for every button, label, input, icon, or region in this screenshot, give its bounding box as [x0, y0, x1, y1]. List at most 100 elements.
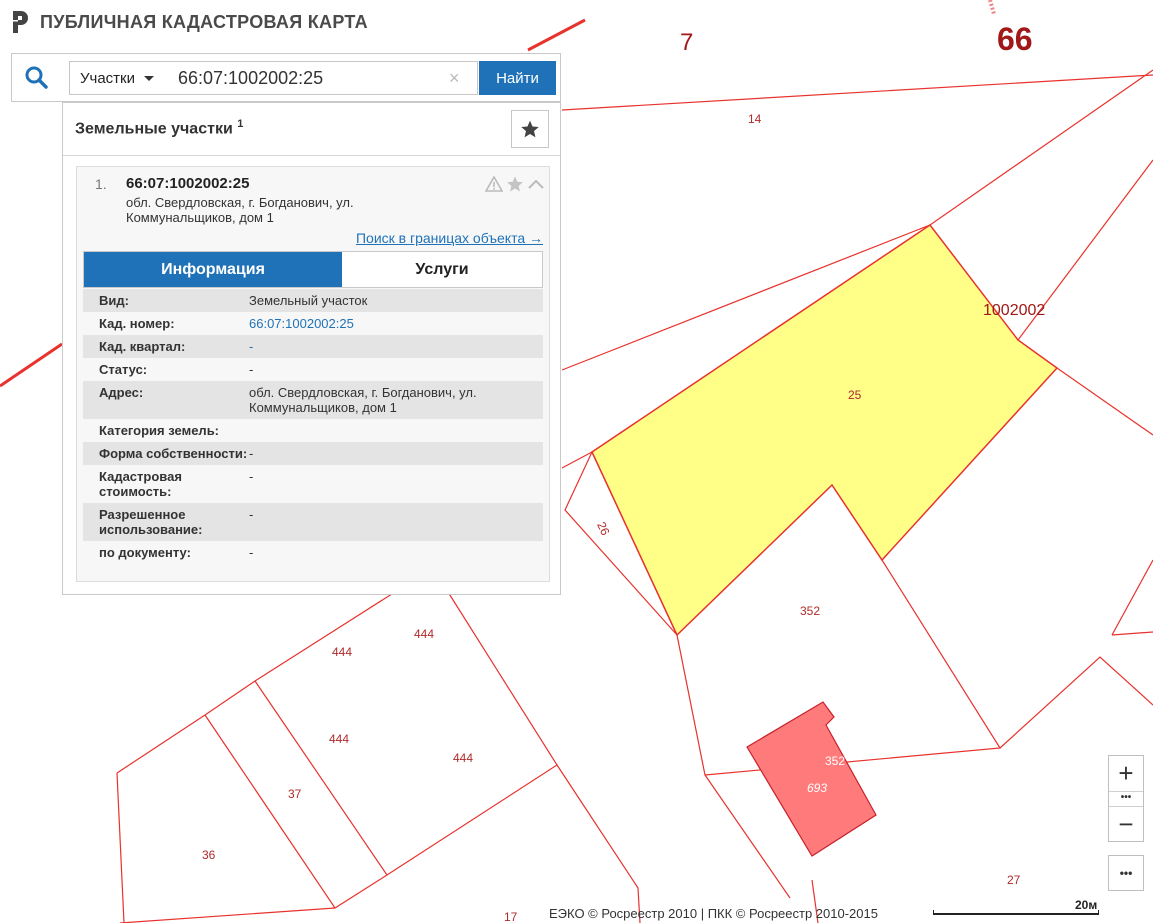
result-count: 1	[237, 118, 244, 130]
panel-header: Земельные участки 1	[63, 103, 560, 156]
parcel-444-boundary	[119, 591, 558, 923]
info-value: обл. Свердловская, г. Богданович, ул. Ко…	[249, 385, 477, 415]
info-label: Кад. квартал:	[99, 339, 186, 354]
info-row: Форма собственности: -	[83, 442, 543, 465]
tab-services[interactable]: Услуги	[342, 252, 542, 287]
info-label: по документу:	[99, 545, 191, 560]
parcel-line	[561, 451, 593, 469]
parcel-label-352: 352	[800, 604, 820, 618]
zoom-control: + ••• −	[1108, 755, 1144, 842]
panel-title-text: Земельные участки	[75, 120, 233, 138]
info-value: -	[249, 507, 254, 522]
info-label: Кад. номер:	[99, 316, 175, 331]
info-value: -	[249, 469, 254, 484]
star-icon[interactable]	[506, 175, 524, 193]
map-attribution: ЕЭКО © Росреестр 2010 | ПКК © Росреестр …	[549, 906, 878, 921]
star-icon	[521, 120, 539, 138]
parcel-label-444: 444	[453, 751, 473, 765]
info-row: Статус: -	[83, 358, 543, 381]
search-type-label: Участки	[80, 69, 135, 87]
tab-info[interactable]: Информация	[84, 252, 342, 287]
district-label: 7	[680, 29, 693, 56]
parcel-352-boundary	[704, 559, 1002, 776]
result-tools	[485, 175, 545, 193]
cadastral-logo-icon	[13, 11, 28, 33]
parcel-label-25: 25	[848, 388, 862, 402]
parcel-label-17: 17	[504, 910, 518, 923]
quarter-label: 1002002	[983, 302, 1045, 319]
parcel-label-444: 444	[414, 627, 434, 641]
district-boundary	[0, 342, 63, 388]
parcel-label-444: 444	[332, 645, 352, 659]
results-panel: Земельные участки 1 1. 66:07:1002002:25 …	[62, 102, 561, 595]
search-input[interactable]	[162, 61, 478, 95]
search-bar: Участки × Найти	[11, 53, 561, 102]
zoom-levels-button[interactable]: •••	[1109, 791, 1143, 807]
search-type-select[interactable]: Участки	[69, 61, 163, 95]
search-icon[interactable]	[24, 65, 50, 91]
parcel-line	[561, 74, 1153, 111]
result-address: обл. Свердловская, г. Богданович, ул. Ко…	[126, 195, 354, 225]
info-label: Статус:	[99, 362, 148, 377]
region-label: 66	[997, 21, 1033, 57]
chevron-up-icon[interactable]	[527, 177, 545, 191]
favorites-button[interactable]	[511, 110, 549, 148]
district-boundary	[527, 18, 586, 52]
result-card[interactable]: 1. 66:07:1002002:25 обл. Свердловская, г…	[76, 166, 550, 582]
info-row: по документу: -	[83, 541, 543, 564]
warning-icon[interactable]	[485, 176, 503, 192]
more-options-button[interactable]: •••	[1108, 855, 1144, 891]
app-title: ПУБЛИЧНАЯ КАДАСТРОВАЯ КАРТА	[40, 11, 368, 32]
panel-title: Земельные участки 1	[75, 118, 243, 138]
info-row: Кад. квартал: -	[83, 335, 543, 358]
info-label: Адрес:	[99, 385, 144, 400]
info-label: Форма собственности:	[99, 446, 248, 461]
zoom-in-button[interactable]: +	[1109, 756, 1143, 790]
building-693[interactable]	[746, 701, 877, 857]
info-label: Вид:	[99, 293, 129, 308]
parcel-label-352-building: 352	[825, 754, 845, 768]
close-icon[interactable]: ×	[449, 68, 460, 88]
info-label: Категория земель:	[99, 423, 220, 438]
info-row: Категория земель:	[83, 419, 543, 442]
info-value: Земельный участок	[249, 293, 368, 308]
info-label: Разрешенное использование:	[99, 507, 203, 537]
info-row: Разрешенное использование: -	[83, 503, 543, 541]
parcel-label-37: 37	[288, 787, 302, 801]
result-cadastral-number: 66:07:1002002:25	[126, 175, 250, 192]
chevron-down-icon	[144, 75, 154, 81]
scale-label: 20м	[1075, 898, 1098, 912]
parcel-line	[204, 714, 336, 909]
info-row: Адрес: обл. Свердловская, г. Богданович, …	[83, 381, 543, 419]
parcel-line	[254, 680, 388, 876]
parcel-label-444: 444	[329, 732, 349, 746]
info-value: -	[249, 446, 254, 461]
info-value: -	[249, 362, 254, 377]
info-row: Кад. номер: 66:07:1002002:25	[83, 312, 543, 335]
district-boundary-dashed	[988, 0, 996, 15]
parcel-line	[116, 772, 125, 923]
info-row: Вид: Земельный участок	[83, 289, 543, 312]
parcel-line	[1111, 631, 1153, 636]
parcel-line	[1111, 559, 1153, 636]
parcel-label-36: 36	[202, 848, 216, 862]
info-value	[249, 423, 539, 438]
parcel-label-26: 26	[594, 520, 612, 538]
find-button[interactable]: Найти	[479, 61, 556, 95]
result-tabs: Информация Услуги	[83, 251, 543, 288]
search-in-bounds-link[interactable]: Поиск в границах объекта →	[356, 230, 543, 246]
parcel-line	[556, 764, 641, 923]
result-index: 1.	[95, 176, 107, 192]
parcel-line	[1056, 367, 1153, 436]
building-label-693: 693	[807, 781, 827, 795]
selected-parcel-25[interactable]	[591, 223, 1059, 637]
info-value: -	[249, 545, 254, 560]
info-row: Кадастровая стоимость: -	[83, 465, 543, 503]
info-table: Вид: Земельный участок Кад. номер: 66:07:1…	[83, 289, 543, 564]
parcel-label-14: 14	[748, 112, 762, 126]
cadastral-number-link[interactable]: 66:07:1002002:25	[249, 316, 539, 331]
zoom-out-button[interactable]: −	[1109, 807, 1143, 841]
app-header: ПУБЛИЧНАЯ КАДАСТРОВАЯ КАРТА	[10, 8, 368, 36]
parcel-label-27: 27	[1007, 873, 1021, 887]
cadastral-quarter-link[interactable]: -	[249, 339, 539, 354]
